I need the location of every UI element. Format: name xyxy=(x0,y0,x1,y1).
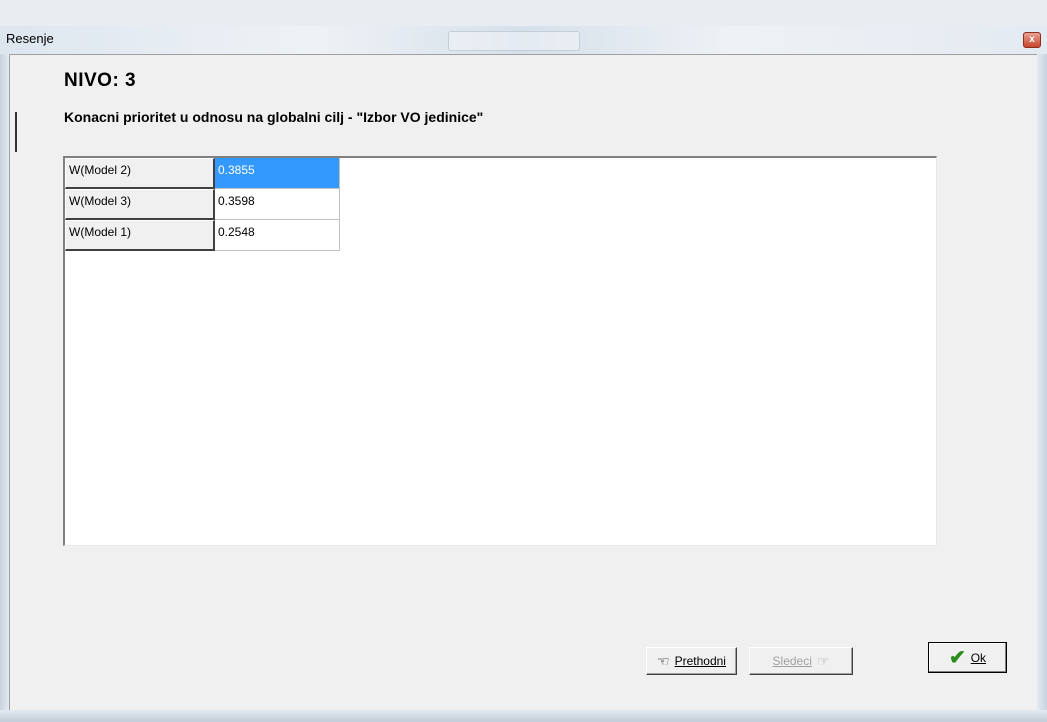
ok-button-label: Ok xyxy=(970,650,987,665)
window-frame-bottom xyxy=(0,710,1047,722)
ok-button[interactable]: ✔ Ok xyxy=(928,642,1007,673)
title-bar[interactable]: Resenje x xyxy=(0,26,1047,55)
row-header-model-2[interactable]: W(Model 2) xyxy=(65,158,215,189)
value-cell-model-1[interactable]: 0.2548 xyxy=(215,220,340,251)
table-row[interactable]: W(Model 2) 0.3855 xyxy=(65,158,340,189)
next-button[interactable]: Sledeci ☞ xyxy=(749,647,853,675)
table-row[interactable]: W(Model 3) 0.3598 xyxy=(65,189,340,220)
level-heading: NIVO: 3 xyxy=(64,70,137,91)
checkmark-icon: ✔ xyxy=(948,646,966,669)
grid-rows: W(Model 2) 0.3855 W(Model 3) 0.3598 W(Mo… xyxy=(65,158,340,251)
table-row[interactable]: W(Model 1) 0.2548 xyxy=(65,220,340,251)
prev-button[interactable]: ☜ Prethodni xyxy=(646,647,737,675)
window-title: Resenje xyxy=(6,31,54,46)
value-cell-model-3[interactable]: 0.3598 xyxy=(215,189,340,220)
titlebar-ghost-tab xyxy=(448,31,580,51)
hand-right-icon: ☞ xyxy=(816,653,830,669)
value-cell-model-2[interactable]: 0.3855 xyxy=(215,158,340,189)
priority-subtitle: Konacni prioritet u odnosu na globalni c… xyxy=(64,109,484,125)
dialog-window: Resenje x NIVO: 3 Konacni prioritet u od… xyxy=(0,0,1047,722)
prev-button-label: Prethodni xyxy=(674,654,726,668)
results-grid[interactable]: W(Model 2) 0.3855 W(Model 3) 0.3598 W(Mo… xyxy=(63,156,937,546)
row-header-model-1[interactable]: W(Model 1) xyxy=(65,220,215,251)
left-edge-marker xyxy=(15,112,17,152)
next-button-label: Sledeci xyxy=(772,654,812,668)
row-header-model-3[interactable]: W(Model 3) xyxy=(65,189,215,220)
hand-left-icon: ☜ xyxy=(657,653,670,669)
window-frame-right xyxy=(1037,54,1047,714)
close-button[interactable]: x xyxy=(1023,32,1041,48)
window-frame-left xyxy=(0,54,9,714)
